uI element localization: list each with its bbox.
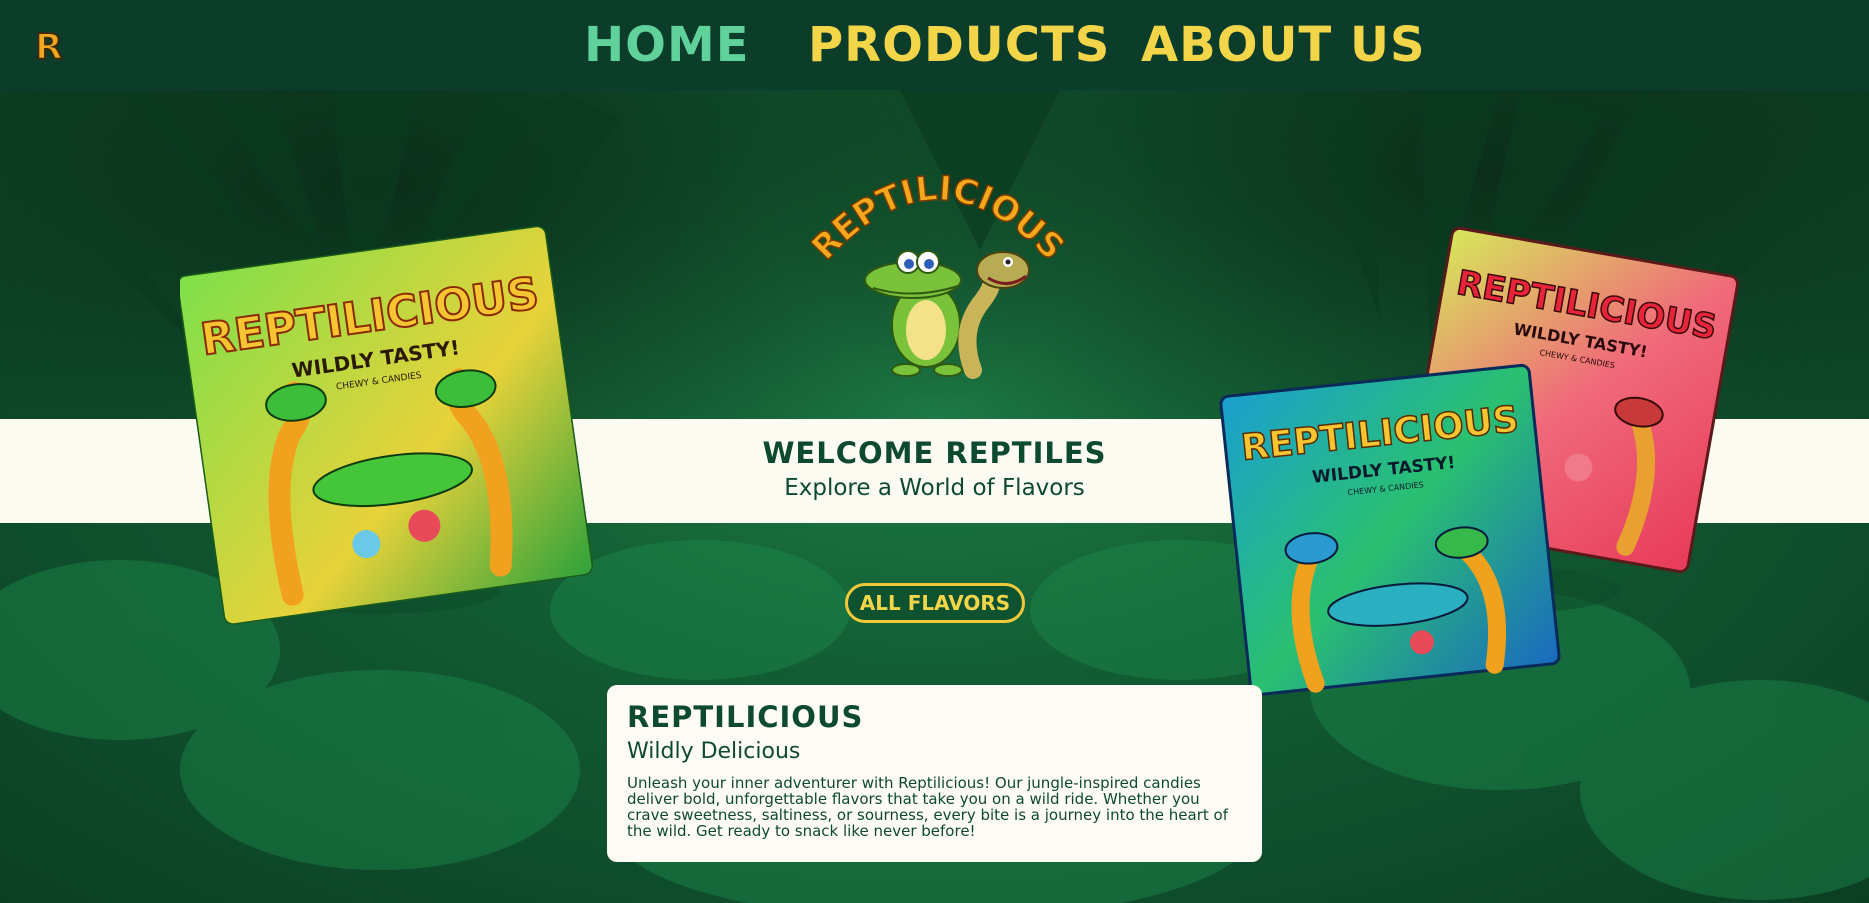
reptilicious-r-logo-icon[interactable]: R	[32, 26, 72, 66]
reptilicious-brand-logo: REPTILICIOUS	[808, 168, 1068, 379]
svg-text:R: R	[35, 27, 63, 66]
card-title: REPTILICIOUS	[627, 700, 864, 734]
product-package-blue[interactable]: REPTILICIOUS WILDLY TASTY! CHEWY & CANDI…	[1210, 355, 1570, 705]
nav-products-link[interactable]: PRODUCTS	[808, 12, 1110, 78]
all-flavors-button[interactable]: ALL FLAVORS	[845, 583, 1025, 623]
about-card: REPTILICIOUS Wildly Delicious Unleash yo…	[607, 685, 1262, 862]
nav-about-us-link[interactable]: ABOUT US	[1141, 12, 1426, 78]
hero-section: WELCOME REPTILES Explore a World of Flav…	[0, 90, 1869, 903]
card-description: Unleash your inner adventurer with Repti…	[627, 774, 1228, 840]
card-subtitle: Wildly Delicious	[627, 739, 801, 764]
product-package-green[interactable]: REPTILICIOUS WILDLY TASTY! CHEWY & CANDI…	[180, 220, 595, 630]
top-navbar: R HOME PRODUCTS ABOUT US	[0, 0, 1869, 90]
nav-home-link[interactable]: HOME	[584, 12, 750, 78]
svg-text:REPTILICIOUS: REPTILICIOUS	[808, 169, 1068, 268]
